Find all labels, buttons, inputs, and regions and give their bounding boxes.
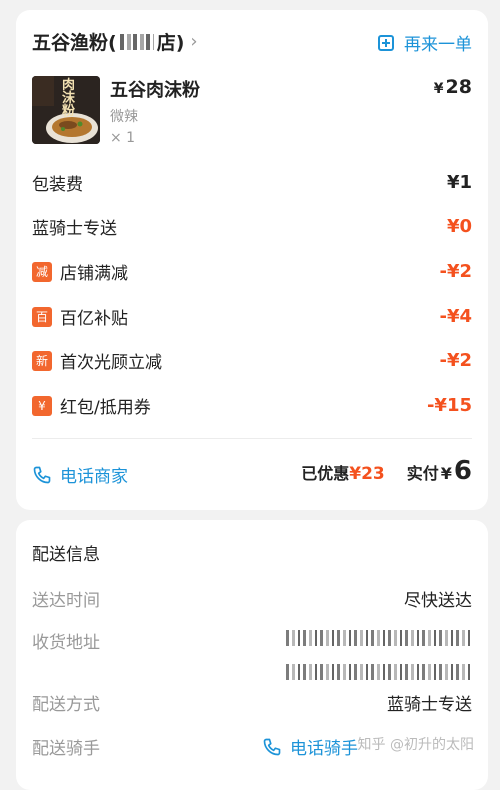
reorder-label: 再来一单 <box>404 35 472 55</box>
fee-label: 包装费 <box>32 175 83 195</box>
divider <box>32 438 472 439</box>
delivery-time-label: 送达时间 <box>32 591 100 611</box>
item-thumbnail[interactable]: 肉沫粉 <box>32 76 100 144</box>
paid-label: 实付 <box>406 464 439 483</box>
discount-label: 百亿补贴 <box>60 309 128 329</box>
call-rider-label: 电话骑手 <box>290 739 358 759</box>
discount-label: 首次光顾立减 <box>60 353 162 373</box>
delivery-method-label: 配送方式 <box>32 695 100 715</box>
item-quantity: × 1 <box>110 130 136 146</box>
currency-symbol: ¥ <box>433 81 444 97</box>
redacted-store-text <box>119 33 154 50</box>
discount-value: -¥15 <box>426 395 472 416</box>
order-card: 五谷渔粉( 店) › 再来一单 肉沫粉 五谷肉沫粉 微辣 × 1 ¥28 包装费… <box>16 10 488 510</box>
fee-row-packaging: 包装费 ¥1 <box>32 170 472 195</box>
discount-row-subsidy: 百 百亿补贴 -¥4 <box>32 304 472 329</box>
discount-row-coupon: ¥ 红包/抵用券 -¥15 <box>32 393 472 418</box>
delivery-section-title: 配送信息 <box>32 545 100 565</box>
order-summary: 已优惠 ¥23 实付 ¥ 6 <box>301 456 472 486</box>
item-spec: 微辣 <box>110 109 138 125</box>
discount-tag-icon: 减 <box>32 261 52 282</box>
saved-label: 已优惠 <box>301 464 350 483</box>
new-tag-icon: 新 <box>32 350 52 371</box>
call-rider-button[interactable]: 电话骑手 <box>262 734 358 759</box>
fee-label: 蓝骑士专送 <box>32 219 117 239</box>
redacted-address-line <box>286 630 472 646</box>
fee-row-delivery: 蓝骑士专送 ¥0 <box>32 214 472 239</box>
fee-value: ¥1 <box>446 172 472 193</box>
phone-icon <box>33 466 51 483</box>
discount-value: -¥2 <box>439 261 472 282</box>
discount-label: 红包/抵用券 <box>60 398 151 418</box>
item-price-value: 28 <box>445 76 472 98</box>
store-name-suffix: 店) <box>156 32 185 54</box>
thumbnail-caption: 肉沫粉 <box>62 78 76 119</box>
store-header[interactable]: 五谷渔粉( 店) › <box>32 28 198 55</box>
watermark: 知乎 @初升的太阳 <box>357 737 474 753</box>
item-name: 五谷肉沫粉 <box>110 80 200 101</box>
reorder-button[interactable]: 再来一单 <box>378 30 472 55</box>
store-name-prefix: 五谷渔粉( <box>32 32 117 54</box>
address-label: 收货地址 <box>32 633 100 653</box>
plus-box-icon <box>378 34 394 51</box>
paid-value: 6 <box>453 456 472 486</box>
item-price: ¥28 <box>434 76 472 98</box>
redacted-address <box>286 630 472 684</box>
redacted-address-line <box>286 664 472 680</box>
coupon-tag-icon: ¥ <box>32 395 52 416</box>
discount-label: 店铺满减 <box>60 264 128 284</box>
chevron-right-icon: › <box>190 31 198 52</box>
discount-value: -¥4 <box>439 306 472 327</box>
paid-currency: ¥ <box>440 464 452 483</box>
call-merchant-button[interactable]: 电话商家 <box>32 462 128 487</box>
discount-row-new-customer: 新 首次光顾立减 -¥2 <box>32 348 472 373</box>
phone-icon <box>263 738 281 755</box>
delivery-time-value: 尽快送达 <box>404 591 472 611</box>
discount-row-store: 减 店铺满减 -¥2 <box>32 259 472 284</box>
rider-label: 配送骑手 <box>32 739 100 759</box>
discount-value: -¥2 <box>439 350 472 371</box>
subsidy-tag-icon: 百 <box>32 306 52 327</box>
delivery-method-value: 蓝骑士专送 <box>387 695 472 715</box>
call-merchant-label: 电话商家 <box>60 467 128 487</box>
saved-value: ¥23 <box>349 464 385 484</box>
fee-value: ¥0 <box>446 216 472 237</box>
delivery-card: 配送信息 送达时间 尽快送达 收货地址 配送方式 蓝骑士专送 配送骑手 电话骑手… <box>16 520 488 790</box>
